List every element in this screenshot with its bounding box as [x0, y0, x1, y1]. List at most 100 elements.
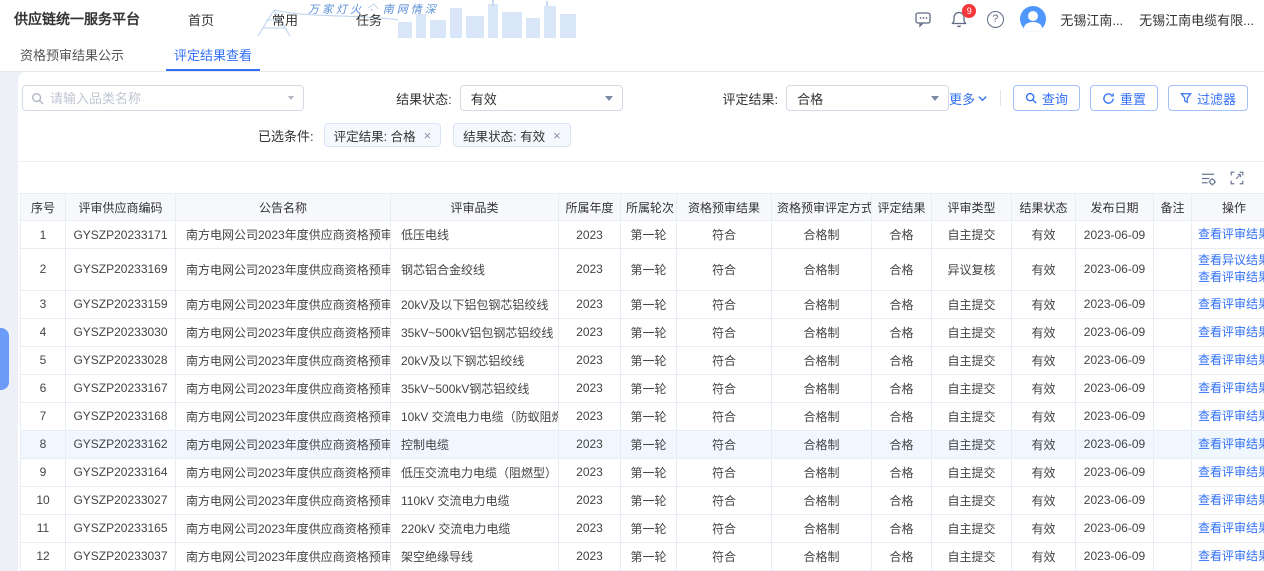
cell-round: 第一轮 [621, 346, 677, 374]
category-search-input[interactable] [50, 91, 281, 106]
nav-item-常用[interactable]: 常用 [272, 10, 298, 29]
remove-tag-icon[interactable]: × [553, 129, 561, 142]
table-row: 4GYSZP20233030南方电网公司2023年度供应商资格预审公告35kV~… [21, 318, 1264, 346]
query-button[interactable]: 查询 [1013, 85, 1080, 111]
cell-round: 第一轮 [621, 221, 677, 249]
company-name[interactable]: 无锡江南电缆有限... [1139, 10, 1254, 29]
cell-year: 2023 [559, 318, 621, 346]
cell-eval_result: 合格 [872, 430, 932, 458]
cell-remark [1154, 374, 1192, 402]
view-review-result-link[interactable]: 查看评审结果 [1197, 408, 1264, 425]
view-review-result-link[interactable]: 查看评审结果 [1197, 520, 1264, 537]
side-drawer-handle[interactable] [0, 328, 9, 390]
result-status-label: 结果状态: [396, 89, 452, 108]
remove-tag-icon[interactable]: × [424, 129, 432, 142]
cell-actions: 查看评审结果 [1192, 318, 1264, 346]
view-review-result-link[interactable]: 查看评审结果 [1197, 269, 1264, 286]
column-header: 公告名称 [176, 194, 391, 221]
cell-round: 第一轮 [621, 374, 677, 402]
table-header-row: 序号评审供应商编码公告名称评审品类所属年度所属轮次资格预审结果资格预审评定方式评… [21, 194, 1264, 221]
view-review-result-link[interactable]: 查看评审结果 [1197, 436, 1264, 453]
table-row: 9GYSZP20233164南方电网公司2023年度供应商资格预审公告低压交流电… [21, 458, 1264, 486]
selected-condition-tag: 结果状态: 有效× [453, 123, 571, 147]
notification-bell-icon[interactable]: 9 [948, 8, 970, 30]
category-search-select[interactable] [22, 85, 304, 111]
cell-announcement: 南方电网公司2023年度供应商资格预审公告 [176, 290, 391, 318]
cell-no: 8 [21, 430, 66, 458]
cell-no: 1 [21, 221, 66, 249]
cell-prequal_result: 符合 [677, 458, 772, 486]
cell-actions: 查看评审结果 [1192, 221, 1264, 249]
view-review-result-link[interactable]: 查看评审结果 [1197, 324, 1264, 341]
cell-review_type: 自主提交 [932, 458, 1012, 486]
cell-year: 2023 [559, 290, 621, 318]
cell-announcement: 南方电网公司2023年度供应商资格预审公告 [176, 486, 391, 514]
cell-date: 2023-06-09 [1076, 249, 1154, 291]
cell-review_type: 自主提交 [932, 318, 1012, 346]
cell-category: 35kV~500kV铝包钢芯铝绞线 [391, 318, 559, 346]
cell-prequal_result: 符合 [677, 514, 772, 542]
cell-review_type: 自主提交 [932, 486, 1012, 514]
help-icon[interactable]: ? [984, 8, 1006, 30]
column-header: 结果状态 [1012, 194, 1076, 221]
view-objection-result-link[interactable]: 查看异议结果 [1197, 252, 1264, 269]
cell-actions: 查看评审结果 [1192, 374, 1264, 402]
cell-code: GYSZP20233169 [66, 249, 176, 291]
filter-button[interactable]: 过滤器 [1168, 85, 1248, 111]
view-review-result-link[interactable]: 查看评审结果 [1197, 380, 1264, 397]
cell-announcement: 南方电网公司2023年度供应商资格预审公告 [176, 346, 391, 374]
cell-remark [1154, 346, 1192, 374]
cell-remark [1154, 402, 1192, 430]
more-filters-toggle[interactable]: 更多 [949, 89, 988, 108]
top-bar: 供应链统一服务平台 万家灯火 · 南网情深 首页常用任务 [0, 0, 1264, 38]
cell-round: 第一轮 [621, 514, 677, 542]
cell-round: 第一轮 [621, 290, 677, 318]
cell-prequal_method: 合格制 [772, 346, 872, 374]
view-review-result-link[interactable]: 查看评审结果 [1197, 296, 1264, 313]
cell-prequal_result: 符合 [677, 221, 772, 249]
cell-prequal_result: 符合 [677, 402, 772, 430]
user-name[interactable]: 无锡江南... [1060, 10, 1123, 29]
nav-item-任务[interactable]: 任务 [356, 10, 382, 29]
view-review-result-link[interactable]: 查看评审结果 [1197, 548, 1264, 565]
column-header: 所属年度 [559, 194, 621, 221]
cell-actions: 查看评审结果 [1192, 346, 1264, 374]
cell-code: GYSZP20233037 [66, 542, 176, 570]
column-header: 评审供应商编码 [66, 194, 176, 221]
results-table-wrap: 序号评审供应商编码公告名称评审品类所属年度所属轮次资格预审结果资格预审评定方式评… [18, 193, 1264, 571]
selected-conditions-label: 已选条件: [258, 126, 314, 145]
nav-item-首页[interactable]: 首页 [188, 10, 214, 29]
message-icon[interactable] [912, 8, 934, 30]
chevron-down-icon [977, 93, 988, 104]
column-settings-icon[interactable] [1200, 170, 1217, 187]
content-panel: 结果状态: 有效 评定结果: 合格 更多 查询 [18, 72, 1264, 571]
cell-date: 2023-06-09 [1076, 514, 1154, 542]
view-review-result-link[interactable]: 查看评审结果 [1197, 226, 1264, 243]
cell-code: GYSZP20233027 [66, 486, 176, 514]
cell-no: 10 [21, 486, 66, 514]
fullscreen-icon[interactable] [1229, 170, 1246, 187]
cell-remark [1154, 458, 1192, 486]
cell-date: 2023-06-09 [1076, 221, 1154, 249]
divider [1000, 90, 1001, 106]
cell-round: 第一轮 [621, 542, 677, 570]
tab-prequalification-results[interactable]: 资格预审结果公示 [18, 38, 126, 71]
cell-eval_result: 合格 [872, 458, 932, 486]
cell-announcement: 南方电网公司2023年度供应商资格预审公告 [176, 514, 391, 542]
view-review-result-link[interactable]: 查看评审结果 [1197, 492, 1264, 509]
cell-announcement: 南方电网公司2023年度供应商资格预审公告 [176, 249, 391, 291]
view-review-result-link[interactable]: 查看评审结果 [1197, 464, 1264, 481]
evaluation-result-select[interactable]: 合格 [786, 85, 949, 111]
cell-category: 110kV 交流电力电缆 [391, 486, 559, 514]
cell-code: GYSZP20233168 [66, 402, 176, 430]
cell-code: GYSZP20233171 [66, 221, 176, 249]
reset-button[interactable]: 重置 [1090, 85, 1158, 111]
tab-evaluation-results[interactable]: 评定结果查看 [172, 38, 254, 71]
view-review-result-link[interactable]: 查看评审结果 [1197, 352, 1264, 369]
result-status-select[interactable]: 有效 [460, 85, 623, 111]
cell-no: 11 [21, 514, 66, 542]
avatar[interactable] [1020, 6, 1046, 32]
cell-prequal_result: 符合 [677, 430, 772, 458]
table-body: 1GYSZP20233171南方电网公司2023年度供应商资格预审公告低压电线2… [21, 221, 1264, 571]
cell-code: GYSZP20233162 [66, 430, 176, 458]
